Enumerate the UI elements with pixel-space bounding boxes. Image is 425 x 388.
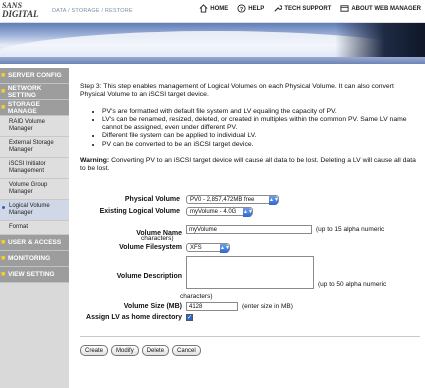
volume-name-note-cont: characters) bbox=[141, 235, 174, 242]
existing-lv-select[interactable]: myVolume - 4.0G ▲▼ bbox=[186, 207, 253, 217]
bullet-item: PV can be converted to be an iSCSI targe… bbox=[102, 141, 420, 149]
select-arrow-icon: ▲▼ bbox=[269, 196, 279, 205]
select-arrow-icon: ▲▼ bbox=[220, 244, 230, 253]
description-note: (up to 50 alpha numeric bbox=[318, 281, 387, 288]
volume-size-row: Volume Size (MB) 4128 (enter size in MB) bbox=[80, 302, 293, 311]
help-link[interactable]: ? HELP bbox=[237, 4, 264, 13]
filesystem-row: Volume Filesystem XFS ▲▼ bbox=[80, 243, 230, 253]
sidebar-item-label: SERVER CONFIG bbox=[8, 72, 62, 79]
bullet-icon: ■ bbox=[1, 72, 6, 79]
about-web-manager-link[interactable]: ABOUT WEB MANAGER bbox=[340, 4, 421, 13]
info-bullets: PV's are formatted with default file sys… bbox=[80, 108, 420, 149]
home-dir-label: Assign LV as home directory bbox=[86, 314, 182, 321]
home-label: HOME bbox=[210, 5, 229, 12]
volume-name-note: (up to 15 alpha numeric bbox=[316, 226, 385, 233]
existing-lv-value: myVolume - 4.0G bbox=[190, 208, 237, 215]
physical-volume-label: Physical Volume bbox=[124, 196, 180, 203]
volume-size-note: (enter size in MB) bbox=[242, 303, 293, 310]
top-bar: SANS DIGITAL DATA / STORAGE / RESTORE HO… bbox=[0, 0, 425, 23]
description-note-cont: characters) bbox=[180, 293, 213, 300]
top-nav: HOME ? HELP TECH SUPPORT ABOUT WEB MANAG… bbox=[199, 4, 421, 13]
sidebar-subitem-logical-volume[interactable]: Logical Volume Manager bbox=[0, 200, 69, 221]
sidebar-subitem-raid[interactable]: RAID Volume Manager bbox=[0, 116, 69, 137]
web-icon bbox=[340, 5, 349, 12]
home-dir-row: Assign LV as home directory ✓ bbox=[80, 314, 193, 321]
physical-volume-value: PV0 - 2,857,472MB free bbox=[190, 196, 255, 203]
existing-lv-label: Existing Logical Volume bbox=[99, 208, 180, 215]
home-icon bbox=[199, 4, 208, 13]
sidebar-item-label: MONITORING bbox=[8, 255, 51, 262]
sidebar-item-network-setting[interactable]: ■ NETWORK SETTING bbox=[0, 84, 69, 100]
tech-support-link[interactable]: TECH SUPPORT bbox=[273, 4, 331, 13]
sidebar-item-view-setting[interactable]: ■ VIEW SETTING bbox=[0, 267, 69, 283]
divider bbox=[80, 336, 420, 337]
warning-body: Converting PV to an iSCSI target device … bbox=[80, 157, 416, 173]
sidebar-item-storage-manage[interactable]: ■ STORAGE MANAGE bbox=[0, 100, 69, 116]
volume-name-value: myVolume bbox=[189, 226, 218, 233]
bullet-icon: ■ bbox=[1, 239, 6, 246]
volume-size-label: Volume Size (MB) bbox=[123, 303, 182, 310]
create-button[interactable]: Create bbox=[80, 345, 109, 356]
warning-text: Warning: Converting PV to an iSCSI targe… bbox=[80, 157, 420, 174]
select-arrow-icon: ▲▼ bbox=[243, 208, 253, 217]
volume-name-input[interactable]: myVolume bbox=[186, 225, 312, 234]
filesystem-label: Volume Filesystem bbox=[119, 244, 182, 251]
logo-line2: DIGITAL bbox=[2, 9, 39, 19]
sidebar-item-monitoring[interactable]: ■ MONITORING bbox=[0, 251, 69, 267]
volume-size-value: 4128 bbox=[189, 303, 203, 310]
breadcrumb: DATA / STORAGE / RESTORE bbox=[52, 8, 133, 14]
sidebar-item-label: STORAGE MANAGE bbox=[7, 100, 40, 115]
bullet-icon: ■ bbox=[1, 255, 6, 262]
home-link[interactable]: HOME bbox=[199, 4, 228, 13]
filesystem-value: XFS bbox=[190, 244, 202, 251]
sans-digital-logo[interactable]: SANS DIGITAL bbox=[2, 1, 46, 21]
description-label: Volume Description bbox=[116, 273, 182, 280]
delete-button[interactable]: Delete bbox=[141, 345, 170, 356]
warning-label: Warning: bbox=[80, 157, 110, 165]
sidebar-subitem-label: Logical Volume Manager bbox=[9, 203, 50, 216]
sidebar-item-user-access[interactable]: ■ USER & ACCESS bbox=[0, 235, 69, 251]
checkmark-icon: ✓ bbox=[187, 315, 193, 321]
sidebar-item-server-config[interactable]: ■ SERVER CONFIG bbox=[0, 68, 69, 84]
sidebar-subitem-iscsi[interactable]: iSCSI Initiator Management bbox=[0, 158, 69, 179]
bullet-icon: ■ bbox=[1, 271, 6, 278]
sidebar-item-label: VIEW SETTING bbox=[8, 271, 55, 278]
help-label: HELP bbox=[248, 5, 265, 12]
cancel-button[interactable]: Cancel bbox=[172, 345, 201, 356]
sidebar-item-label: NETWORK SETTING bbox=[7, 84, 42, 99]
sidebar-subitem-external-storage[interactable]: External Storage Manager bbox=[0, 137, 69, 158]
home-dir-checkbox[interactable]: ✓ bbox=[186, 314, 193, 321]
sidebar-item-label: USER & ACCESS bbox=[8, 239, 62, 246]
bullet-item: PV's are formatted with default file sys… bbox=[102, 108, 420, 116]
bullet-item: LV's can be renamed, resized, deleted, o… bbox=[102, 116, 420, 133]
physical-volume-row: Physical Volume PV0 - 2,857,472MB free ▲… bbox=[80, 195, 279, 205]
intro-text: Step 3: This step enables management of … bbox=[80, 83, 394, 99]
svg-text:?: ? bbox=[240, 7, 243, 13]
physical-volume-select[interactable]: PV0 - 2,857,472MB free ▲▼ bbox=[186, 195, 279, 205]
description-textarea[interactable] bbox=[186, 256, 314, 289]
volume-size-input[interactable]: 4128 bbox=[186, 302, 238, 311]
sidebar-subitem-volume-group[interactable]: Volume Group Manager bbox=[0, 179, 69, 200]
about-web-manager-label: ABOUT WEB MANAGER bbox=[351, 5, 421, 12]
bullet-item: Different file system can be applied to … bbox=[102, 132, 420, 140]
banner-strip bbox=[0, 57, 425, 64]
tech-support-label: TECH SUPPORT bbox=[284, 5, 332, 12]
action-buttons: Create Modify Delete Cancel bbox=[80, 345, 204, 356]
help-icon: ? bbox=[237, 4, 246, 13]
filesystem-select[interactable]: XFS ▲▼ bbox=[186, 243, 230, 253]
main-content: Step 3: This step enables management of … bbox=[80, 83, 420, 184]
wrench-icon bbox=[274, 5, 283, 12]
existing-lv-row: Existing Logical Volume myVolume - 4.0G … bbox=[80, 207, 253, 217]
sidebar-subitem-format[interactable]: Format bbox=[0, 221, 69, 235]
modify-button[interactable]: Modify bbox=[111, 345, 139, 356]
bullet-icon: ■ bbox=[1, 104, 6, 111]
active-bullet-icon bbox=[2, 206, 5, 209]
sidebar: ■ SERVER CONFIG ■ NETWORK SETTING ■ STORAGE… bbox=[0, 68, 69, 388]
bullet-icon: ■ bbox=[1, 88, 6, 95]
volume-name-row: Volume Name myVolume (up to 15 alpha num… bbox=[80, 222, 384, 237]
header-banner bbox=[0, 23, 425, 64]
